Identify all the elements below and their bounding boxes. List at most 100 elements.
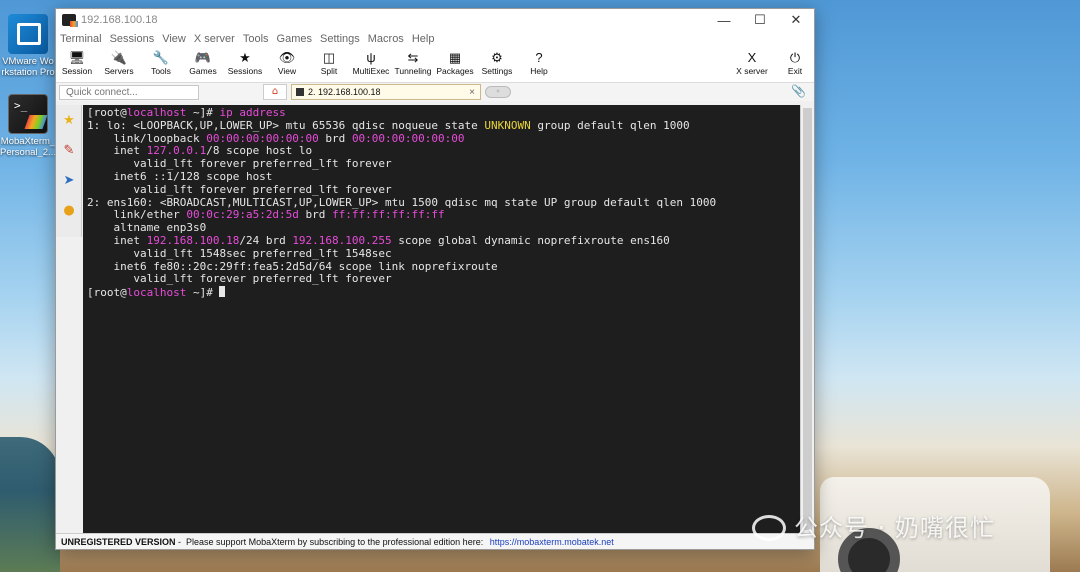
tunneling-icon: ⇆ (407, 50, 419, 65)
terminal-text: 127.0.0.1 (146, 144, 207, 158)
packages-button[interactable]: ▦ Packages (434, 47, 476, 76)
desktop-icon-label: rkstation Pro (1, 67, 55, 78)
servers-icon: 🔌 (110, 50, 128, 65)
split-icon: ◫ (322, 50, 336, 65)
home-tab[interactable]: ⌂ (263, 84, 287, 100)
sidebar-sessions-star-icon[interactable]: ★ (56, 105, 82, 135)
menu-item-terminal[interactable]: Terminal (60, 33, 102, 45)
toolbar-label: Games (189, 66, 217, 76)
x-server-button[interactable]: XX server (731, 47, 773, 76)
terminal-text: /8 scope host lo (206, 144, 313, 158)
wechat-icon (752, 515, 786, 541)
terminal-scrollbar[interactable] (800, 105, 814, 534)
menu-item-help[interactable]: Help (412, 33, 435, 45)
session-button[interactable]: 🖥 Session (56, 47, 98, 76)
toolbar-label: Session (61, 66, 93, 76)
terminal-text: [root@ (87, 286, 127, 300)
toolbar: 🖥 Session 🔌 Servers 🔧 Tools 🎮 Games ★ Sessions 👁 Vi… (56, 47, 814, 83)
menu-item-view[interactable]: View (162, 33, 186, 45)
minimize-button[interactable]: — (706, 13, 742, 28)
multiexec-icon: ψ (366, 50, 376, 65)
terminal-text: 1: lo: <LOOPBACK,UP,LOWER_UP> mtu 65536 … (87, 118, 485, 132)
terminal-line: [root@localhost ~]# (87, 286, 801, 299)
games-button[interactable]: 🎮 Games (182, 47, 224, 76)
servers-button[interactable]: 🔌 Servers (98, 47, 140, 76)
terminal-cursor (219, 286, 226, 298)
status-bar: UNREGISTERED VERSION - Please support Mo… (56, 533, 814, 549)
toolbar-label: Split (320, 66, 338, 76)
mobatek-link[interactable]: https://mobaxterm.mobatek.net (490, 537, 614, 547)
menu-item-macros[interactable]: Macros (368, 33, 404, 45)
terminal-text: ff:ff:ff:ff:ff:ff (332, 208, 445, 222)
terminal-line: valid_lft forever preferred_lft forever (87, 272, 801, 286)
settings-icon: ⚙ (491, 50, 503, 65)
new-tab-button[interactable]: ◦ (485, 86, 511, 98)
status-message: - Please support MobaXterm by subscribin… (175, 536, 486, 547)
terminal-text: scope global dynamic noprefixroute ens16… (391, 233, 670, 247)
terminal-text: link/loopback (87, 131, 207, 145)
paperclip-icon[interactable]: 📎 (791, 84, 806, 98)
terminal-text: altname enp3s0 (87, 221, 207, 235)
scrollbar-thumb[interactable] (803, 108, 812, 530)
terminal-text: valid_lft forever preferred_lft forever (87, 272, 392, 286)
sessions-button[interactable]: ★ Sessions (224, 47, 266, 76)
terminal-text: valid_lft forever preferred_lft forever (87, 157, 392, 171)
terminal-text: brd (298, 208, 333, 222)
help-button[interactable]: ? Help (518, 47, 560, 76)
settings-button[interactable]: ⚙ Settings (476, 47, 518, 76)
terminal-text: ~]# (186, 106, 220, 119)
toolbar-label: Servers (104, 66, 134, 76)
terminal-text: /24 brd (239, 233, 293, 247)
toolbar-label: MultiExec (352, 66, 390, 76)
watermark: 公众号 · 奶嘴很忙 (752, 508, 995, 543)
mobaxterm-logo-icon (62, 14, 78, 27)
session-tab-label: 2. 192.168.100.18 (308, 87, 381, 97)
toolbar-label: View (277, 66, 297, 76)
menu-item-settings[interactable]: Settings (320, 33, 360, 45)
terminal-text: inet6 ::1/128 scope host (87, 169, 273, 183)
toolbar-label: Tools (151, 66, 171, 76)
desktop-background-land (0, 437, 60, 572)
close-button[interactable]: ✕ (778, 12, 814, 28)
tab-close-icon[interactable]: × (464, 87, 480, 98)
terminal-text: inet (87, 233, 147, 247)
help-icon: ? (535, 50, 543, 65)
tools-button[interactable]: 🔧 Tools (140, 47, 182, 76)
exit-icon: ⏻ (789, 50, 801, 65)
view-button[interactable]: 👁 View (266, 47, 308, 76)
sidebar-tools-icon[interactable]: ✎ (56, 135, 82, 165)
tunneling-button[interactable]: ⇆ Tunneling (392, 47, 434, 76)
title-bar[interactable]: 192.168.100.18 — ☐ ✕ (56, 9, 814, 31)
toolbar-label: Exit (787, 66, 803, 76)
menu-item-games[interactable]: Games (277, 33, 312, 45)
watermark-text: 公众号 · 奶嘴很忙 (794, 514, 995, 542)
sidebar-sftp-icon[interactable]: ● (56, 195, 82, 225)
split-button[interactable]: ◫ Split (308, 47, 350, 76)
packages-icon: ▦ (448, 50, 462, 65)
sidebar-macros-icon[interactable]: ➤ (56, 165, 82, 195)
tab-session-192-168-100-18[interactable]: 2. 192.168.100.18 × (291, 84, 481, 100)
exit-button[interactable]: ⏻ Exit (774, 47, 816, 76)
terminal-tab-icon (296, 88, 304, 96)
multiexec-button[interactable]: ψ MultiExec (350, 47, 392, 76)
window-title: 192.168.100.18 (81, 14, 158, 26)
terminal-text: localhost (126, 106, 187, 119)
desktop-icon-label: MobaXterm_ (0, 136, 56, 147)
quick-connect-input[interactable] (59, 84, 199, 100)
toolbar-label: Tunneling (394, 66, 432, 76)
view-icon: 👁 (278, 50, 296, 65)
terminal-output[interactable]: [root@localhost ~]# ip address 1: lo: <LO… (83, 105, 801, 534)
terminal-text: link/ether (87, 208, 187, 222)
terminal-text: ip address (219, 106, 286, 119)
menu-item-tools[interactable]: Tools (243, 33, 269, 45)
desktop-icon-mobaxterm[interactable]: MobaXterm_ Personal_2... (0, 94, 56, 158)
menu-item-sessions[interactable]: Sessions (110, 33, 155, 45)
session-icon: 🖥 (68, 50, 86, 65)
desktop-icon-vmware[interactable]: VMware Wo rkstation Pro (0, 14, 56, 78)
menu-item-x-server[interactable]: X server (194, 33, 235, 45)
vmware-icon (8, 14, 48, 54)
terminal-text: 00:00:00:00:00:00 (351, 131, 465, 145)
terminal-text: inet6 fe80::20c:29ff:fea5:2d5d/64 scope … (87, 259, 498, 273)
mobaxterm-icon (8, 94, 48, 134)
maximize-button[interactable]: ☐ (742, 12, 778, 28)
